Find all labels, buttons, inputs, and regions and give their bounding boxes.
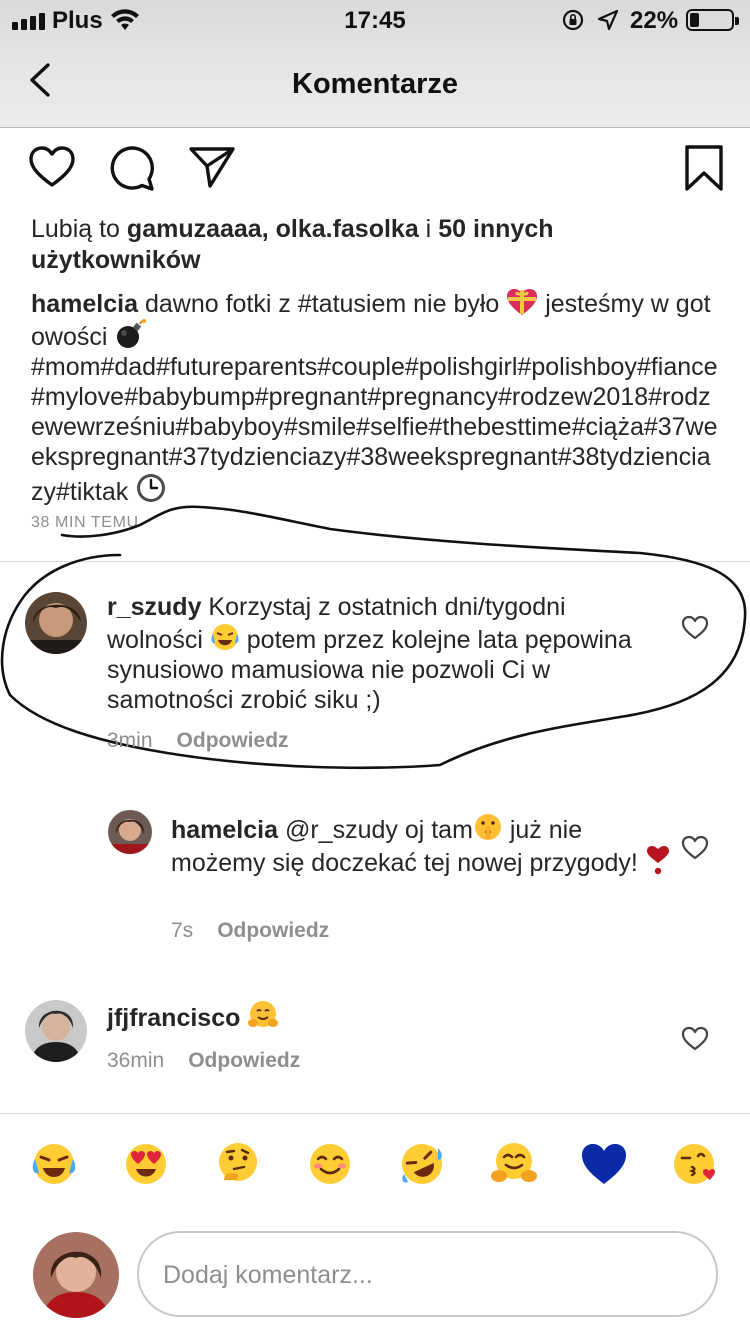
reply-button[interactable]: Odpowiedz — [217, 919, 329, 942]
post-timestamp: 38 MIN TEMU — [31, 514, 139, 531]
user-avatar[interactable] — [33, 1232, 119, 1318]
heart-eyes-emoji[interactable] — [122, 1140, 170, 1188]
emoji-quick-bar — [0, 1140, 750, 1200]
comment-meta: 7s Odpowiedz — [171, 919, 329, 943]
reply-button[interactable]: Odpowiedz — [188, 1049, 300, 1072]
rotation-lock-icon — [562, 9, 584, 31]
comment-text: hamelcia @r_szudy oj tam już nie możemy … — [171, 812, 671, 878]
top-bar: Plus 17:45 22% Komentarze — [0, 0, 750, 128]
comment-body-1: @r_szudy oj tam — [278, 816, 473, 844]
comment-time: 7s — [171, 919, 194, 942]
comment-body-1 — [240, 1004, 247, 1032]
separator — [0, 1113, 750, 1114]
comment-meta: 3min Odpowiedz — [107, 729, 289, 753]
rofl-emoji[interactable] — [398, 1140, 446, 1188]
clock-emoji — [137, 474, 166, 502]
tears-of-joy-emoji — [211, 624, 239, 650]
likes-prefix: Lubią to — [31, 215, 127, 243]
heart-icon[interactable] — [681, 835, 709, 861]
likes-users[interactable]: gamuzaaaa, olka.fasolka — [127, 215, 419, 243]
bomb-emoji — [117, 319, 147, 348]
heart-icon[interactable] — [681, 1026, 709, 1052]
shushing-face-emoji — [474, 814, 501, 840]
heart-exclamation-emoji — [646, 846, 669, 875]
caption-text-1: dawno fotki z #tatusiem nie było — [138, 290, 507, 318]
comment-username[interactable]: jfjfrancisco — [107, 1004, 240, 1032]
post-caption: hamelcia dawno fotki z #tatusiem nie był… — [31, 288, 723, 507]
caption-username[interactable]: hamelcia — [31, 290, 138, 318]
battery-percent: 22% — [630, 7, 679, 34]
comment-icon[interactable] — [108, 145, 156, 191]
comment-time: 36min — [107, 1049, 165, 1072]
comment-composer — [137, 1231, 718, 1317]
heart-icon[interactable] — [681, 615, 709, 641]
location-icon — [597, 9, 619, 31]
send-icon[interactable] — [188, 145, 236, 189]
status-bar: Plus 17:45 22% — [0, 0, 750, 40]
caption-hashtags: #mom#dad#futureparents#couple#polishgirl… — [31, 353, 718, 506]
comment-username[interactable]: r_szudy — [107, 593, 201, 621]
likes-summary[interactable]: Lubią to gamuzaaaa, olka.fasolka i 50 in… — [31, 214, 721, 276]
kissing-heart-emoji[interactable] — [672, 1140, 720, 1188]
reply-button[interactable]: Odpowiedz — [177, 729, 289, 752]
comment-input[interactable] — [163, 1255, 683, 1295]
blue-heart-emoji[interactable] — [580, 1140, 628, 1188]
heart-icon[interactable] — [28, 145, 76, 189]
hugging-face-emoji — [248, 1001, 279, 1027]
avatar[interactable] — [108, 810, 152, 854]
comment-text: jfjfrancisco — [107, 1000, 667, 1033]
comment-time: 3min — [107, 729, 153, 752]
comment-text: r_szudy Korzystaj z ostatnich dni/tygodn… — [107, 592, 667, 715]
separator — [0, 561, 750, 562]
comment-username[interactable]: hamelcia — [171, 816, 278, 844]
bookmark-icon[interactable] — [684, 144, 724, 192]
thinking-emoji[interactable] — [214, 1140, 262, 1188]
page-title: Komentarze — [292, 68, 458, 100]
gift-heart-emoji — [507, 289, 538, 315]
hugging-emoji[interactable] — [490, 1140, 538, 1188]
comment-meta: 36min Odpowiedz — [107, 1049, 300, 1073]
smiling-blush-emoji[interactable] — [306, 1140, 354, 1188]
avatar[interactable] — [25, 592, 87, 654]
battery-icon — [686, 9, 739, 31]
tears-of-joy-emoji[interactable] — [30, 1140, 78, 1188]
avatar[interactable] — [25, 1000, 87, 1062]
likes-joiner: i — [418, 215, 439, 243]
